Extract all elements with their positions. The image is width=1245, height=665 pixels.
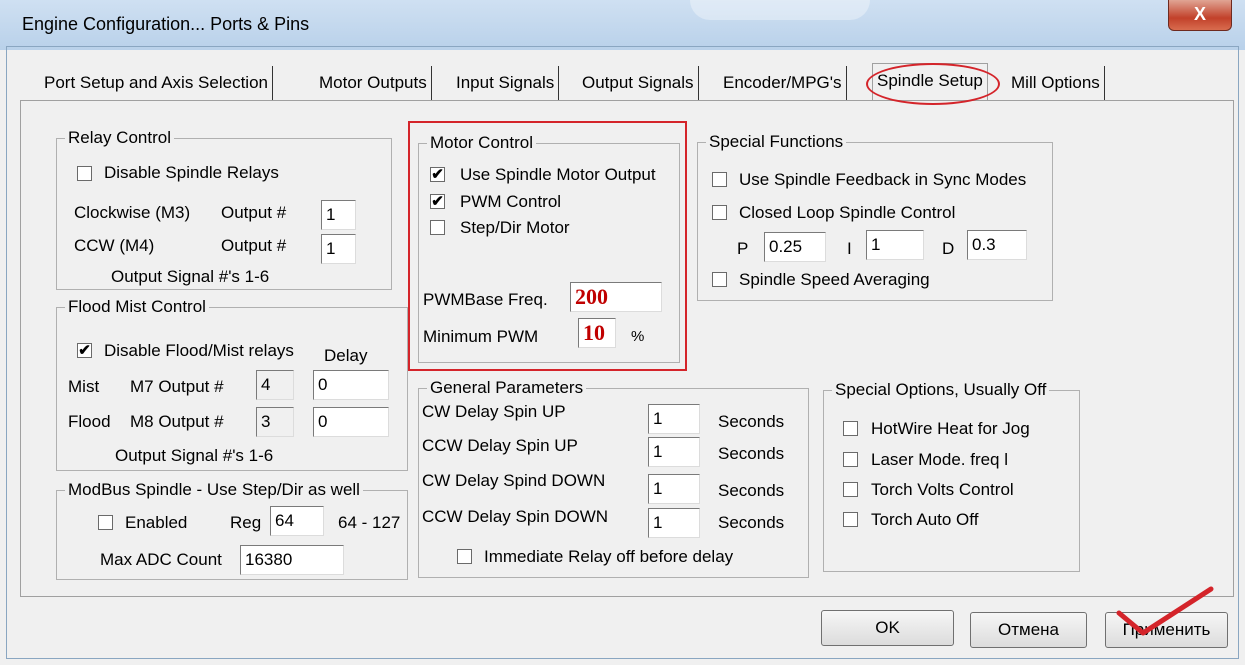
laser-mode-label: Laser Mode. freq l	[871, 450, 1009, 469]
mist-output-label: M7 Output #	[130, 377, 224, 396]
mist-output-input[interactable]: 4	[256, 370, 294, 400]
ccw-label: CCW (M4)	[74, 236, 155, 255]
modbus-enabled-label: Enabled	[125, 513, 188, 532]
minimum-pwm-input[interactable]: 10	[578, 318, 616, 348]
torch-volts-label: Torch Volts Control	[871, 480, 1014, 499]
mist-label: Mist	[68, 377, 100, 396]
closed-loop-label: Closed Loop Spindle Control	[739, 203, 956, 222]
cw-spin-down-input[interactable]: 1	[648, 474, 700, 504]
disable-spindle-relays-checkbox[interactable]	[77, 166, 92, 181]
step-dir-motor-label: Step/Dir Motor	[460, 218, 570, 237]
cancel-button[interactable]: Отмена	[970, 612, 1087, 648]
clockwise-output-input[interactable]: 1	[321, 200, 356, 230]
title-bar-glow	[690, 0, 870, 20]
use-spindle-motor-output-label: Use Spindle Motor Output	[460, 165, 656, 184]
cw-spin-down-unit: Seconds	[718, 481, 785, 500]
disable-flood-mist-label: Disable Flood/Mist relays	[104, 341, 294, 360]
modbus-enabled-checkbox[interactable]	[98, 515, 113, 530]
pwm-control-checkbox[interactable]: ✔	[430, 194, 445, 209]
cw-spin-up-unit: Seconds	[718, 412, 785, 431]
ok-button[interactable]: OK	[821, 610, 954, 646]
step-dir-motor-checkbox[interactable]	[430, 220, 445, 235]
ccw-output-input[interactable]: 1	[321, 234, 356, 264]
tab-encoder-mpg[interactable]: Encoder/MPG's	[719, 66, 847, 100]
ccw-spin-up-input[interactable]: 1	[648, 437, 700, 467]
special-options-title: Special Options, Usually Off	[832, 380, 1050, 400]
motor-control-title: Motor Control	[427, 133, 536, 153]
flood-delay-input[interactable]: 0	[313, 407, 389, 437]
immediate-relay-off-label: Immediate Relay off before delay	[484, 547, 734, 566]
relay-control-title: Relay Control	[65, 128, 174, 148]
relay-output-note: Output Signal #'s 1-6	[111, 267, 270, 286]
spindle-speed-averaging-label: Spindle Speed Averaging	[739, 270, 930, 289]
minimum-pwm-label: Minimum PWM	[423, 327, 539, 346]
ccw-spin-down-unit: Seconds	[718, 513, 785, 532]
use-spindle-motor-output-checkbox[interactable]: ✔	[430, 167, 445, 182]
p-label: P	[737, 239, 749, 258]
modbus-reg-range: 64 - 127	[338, 513, 401, 532]
ccw-spin-up-unit: Seconds	[718, 444, 785, 463]
apply-button[interactable]: Применить	[1105, 612, 1228, 648]
pwm-control-label: PWM Control	[460, 192, 562, 211]
torch-auto-off-checkbox[interactable]	[843, 512, 858, 527]
d-label: D	[942, 239, 955, 258]
flood-mist-title: Flood Mist Control	[65, 297, 209, 317]
cw-spin-up-label: CW Delay Spin UP	[422, 402, 566, 421]
d-input[interactable]: 0.3	[967, 230, 1027, 260]
pwm-base-freq-label: PWMBase Freq.	[423, 290, 548, 309]
hotwire-heat-label: HotWire Heat for Jog	[871, 419, 1030, 438]
modbus-spindle-title: ModBus Spindle - Use Step/Dir as well	[65, 480, 363, 500]
ccw-spin-up-label: CCW Delay Spin UP	[422, 436, 578, 455]
tab-spindle-setup[interactable]: Spindle Setup	[872, 63, 988, 101]
cw-spin-down-label: CW Delay Spind DOWN	[422, 471, 606, 490]
mist-delay-input[interactable]: 0	[313, 370, 389, 400]
disable-spindle-relays-label: Disable Spindle Relays	[104, 163, 279, 182]
close-button[interactable]: X	[1168, 0, 1232, 31]
tab-input-signals[interactable]: Input Signals	[452, 66, 560, 100]
max-adc-label: Max ADC Count	[100, 550, 222, 569]
minimum-pwm-unit: %	[631, 328, 645, 345]
flood-output-note: Output Signal #'s 1-6	[115, 446, 274, 465]
flood-output-input[interactable]: 3	[256, 407, 294, 437]
clockwise-output-label: Output #	[221, 203, 287, 222]
tab-port-setup[interactable]: Port Setup and Axis Selection	[40, 66, 273, 100]
modbus-reg-label: Reg	[230, 513, 262, 532]
title-bar: Engine Configuration... Ports & Pins X	[0, 0, 1245, 50]
ccw-spin-down-input[interactable]: 1	[648, 508, 700, 538]
pwm-base-freq-input[interactable]: 200	[570, 282, 662, 312]
general-parameters-title: General Parameters	[427, 378, 587, 398]
closed-loop-checkbox[interactable]	[712, 205, 727, 220]
tab-motor-outputs[interactable]: Motor Outputs	[315, 66, 432, 100]
special-functions-title: Special Functions	[706, 132, 847, 152]
tab-output-signals[interactable]: Output Signals	[578, 66, 699, 100]
laser-mode-checkbox[interactable]	[843, 452, 858, 467]
delay-header: Delay	[324, 346, 368, 365]
torch-auto-off-label: Torch Auto Off	[871, 510, 979, 529]
flood-output-label: M8 Output #	[130, 412, 224, 431]
clockwise-label: Clockwise (M3)	[74, 203, 191, 222]
torch-volts-checkbox[interactable]	[843, 482, 858, 497]
spindle-feedback-sync-label: Use Spindle Feedback in Sync Modes	[739, 170, 1027, 189]
ccw-output-label: Output #	[221, 236, 287, 255]
window-title: Engine Configuration... Ports & Pins	[22, 14, 310, 34]
i-label: I	[847, 239, 852, 258]
i-input[interactable]: 1	[866, 230, 924, 260]
cw-spin-up-input[interactable]: 1	[648, 404, 700, 434]
immediate-relay-off-checkbox[interactable]	[457, 549, 472, 564]
spindle-speed-averaging-checkbox[interactable]	[712, 272, 727, 287]
p-input[interactable]: 0.25	[764, 232, 826, 262]
tab-mill-options[interactable]: Mill Options	[1007, 66, 1105, 100]
max-adc-input[interactable]: 16380	[240, 545, 344, 575]
ccw-spin-down-label: CCW Delay Spin DOWN	[422, 507, 609, 526]
spindle-feedback-sync-checkbox[interactable]	[712, 172, 727, 187]
hotwire-heat-checkbox[interactable]	[843, 421, 858, 436]
flood-label: Flood	[68, 412, 111, 431]
disable-flood-mist-checkbox[interactable]: ✔	[77, 343, 92, 358]
modbus-reg-input[interactable]: 64	[270, 506, 324, 536]
